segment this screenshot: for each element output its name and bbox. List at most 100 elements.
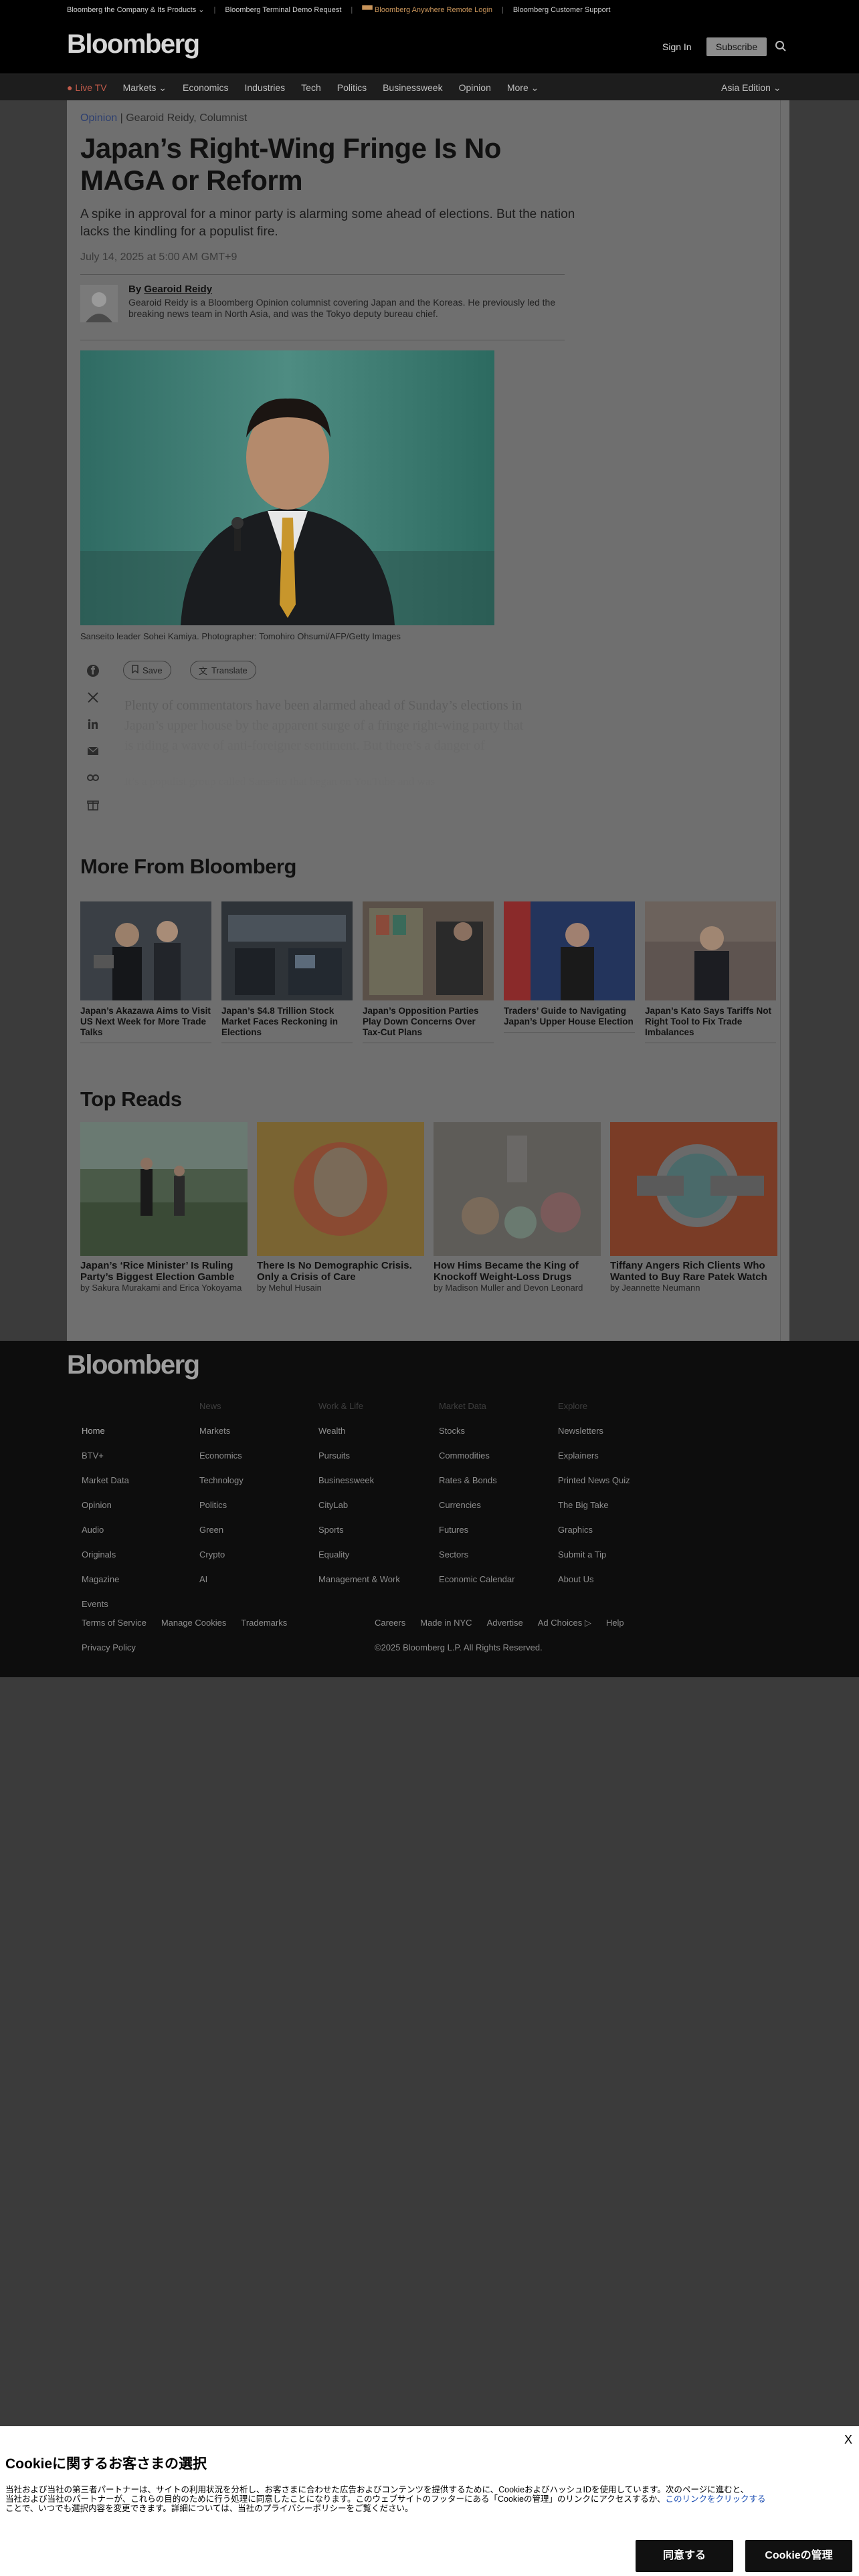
link-icon[interactable] <box>86 770 100 785</box>
footer-link[interactable]: Politics <box>199 1500 313 1525</box>
publish-date: July 14, 2025 at 5:00 AM GMT+9 <box>80 251 237 263</box>
facebook-icon[interactable] <box>86 663 100 678</box>
footer-link[interactable]: Pursuits <box>318 1451 432 1475</box>
footer-link[interactable]: Stocks <box>439 1426 553 1451</box>
top-read-card[interactable]: Japan’s ‘Rice Minister’ Is Ruling Party’… <box>80 1122 248 1293</box>
footer-link[interactable]: Home <box>82 1426 195 1451</box>
footer-column: Home BTV+ Market Data Opinion Audio Orig… <box>82 1401 195 1624</box>
customer-support-link[interactable]: Bloomberg Customer Support <box>513 6 611 14</box>
nav-more[interactable]: More ⌄ <box>507 82 539 94</box>
footer-link[interactable]: BTV+ <box>82 1451 195 1475</box>
nav-businessweek[interactable]: Businessweek <box>383 82 443 94</box>
footer-link[interactable]: Businessweek <box>318 1475 432 1500</box>
email-icon[interactable] <box>86 744 100 758</box>
footer-link[interactable]: Green <box>199 1525 313 1549</box>
author-bio: Gearoid Reidy is a Bloomberg Opinion col… <box>128 297 556 319</box>
nav-markets[interactable]: Markets ⌄ <box>123 82 167 94</box>
section-link[interactable]: Opinion <box>80 112 117 124</box>
footer-link[interactable]: Currencies <box>439 1500 553 1525</box>
nav-politics[interactable]: Politics <box>337 82 367 94</box>
privacy-policy-link[interactable]: Privacy Policy <box>82 1642 136 1652</box>
story-card[interactable]: Japan’s $4.8 Trillion Stock Market Faces… <box>221 901 353 1043</box>
footer-link[interactable]: Commodities <box>439 1451 553 1475</box>
footer-link[interactable]: Newsletters <box>558 1426 672 1451</box>
edition-selector[interactable]: Asia Edition ⌄ <box>721 82 781 94</box>
top-read-thumbnail <box>80 1122 248 1256</box>
manage-cookies-button[interactable]: Cookieの管理 <box>745 2540 852 2572</box>
footer-link[interactable]: Originals <box>82 1549 195 1574</box>
nav-tech[interactable]: Tech <box>301 82 321 94</box>
company-products-link[interactable]: Bloomberg the Company & Its Products ⌄ <box>67 5 205 14</box>
save-button[interactable]: Save <box>123 661 171 679</box>
help-link[interactable]: Help <box>606 1618 624 1628</box>
footer-link[interactable]: Opinion <box>82 1500 195 1525</box>
footer-link[interactable]: About Us <box>558 1574 672 1599</box>
top-read-thumbnail <box>610 1122 777 1256</box>
footer-link[interactable]: Submit a Tip <box>558 1549 672 1574</box>
story-thumbnail <box>504 901 635 1000</box>
footer-legal-links: Terms of Service Manage Cookies Trademar… <box>82 1618 287 1628</box>
sign-in-link[interactable]: Sign In <box>662 41 692 52</box>
bloomberg-logo[interactable]: Bloomberg <box>67 29 200 60</box>
subscribe-button[interactable]: Subscribe <box>706 37 767 56</box>
footer-link[interactable]: Sectors <box>439 1549 553 1574</box>
footer-link[interactable]: AI <box>199 1574 313 1599</box>
story-card[interactable]: Japan’s Akazawa Aims to Visit US Next We… <box>80 901 211 1043</box>
story-title: Japan’s Kato Says Tariffs Not Right Tool… <box>645 1006 772 1037</box>
terms-link[interactable]: Terms of Service <box>82 1618 147 1628</box>
footer-link[interactable]: Market Data <box>82 1475 195 1500</box>
careers-link[interactable]: Careers <box>375 1618 405 1628</box>
manage-cookies-link[interactable]: Manage Cookies <box>161 1618 227 1628</box>
kicker-author[interactable]: Gearoid Reidy, Columnist <box>126 112 247 124</box>
x-icon[interactable] <box>86 690 100 705</box>
linkedin-icon[interactable] <box>86 717 100 732</box>
footer-link[interactable]: Audio <box>82 1525 195 1549</box>
footer-link[interactable]: Markets <box>199 1426 313 1451</box>
trademarks-link[interactable]: Trademarks <box>241 1618 287 1628</box>
footer-link[interactable]: Sports <box>318 1525 432 1549</box>
footer-link[interactable]: Rates & Bonds <box>439 1475 553 1500</box>
footer-link[interactable]: Equality <box>318 1549 432 1574</box>
footer-link[interactable]: The Big Take <box>558 1500 672 1525</box>
footer-link[interactable]: Crypto <box>199 1549 313 1574</box>
top-read-card[interactable]: Tiffany Angers Rich Clients Who Wanted t… <box>610 1122 777 1293</box>
nav-economics[interactable]: Economics <box>183 82 228 94</box>
ad-choices-link[interactable]: Ad Choices ▷ <box>538 1618 591 1628</box>
footer-link[interactable]: Explainers <box>558 1451 672 1475</box>
search-icon[interactable] <box>775 40 787 52</box>
footer-link[interactable]: Wealth <box>318 1426 432 1451</box>
close-icon[interactable]: X <box>844 2433 852 2447</box>
story-card[interactable]: Japan’s Kato Says Tariffs Not Right Tool… <box>645 901 776 1043</box>
story-card[interactable]: Japan’s Opposition Parties Play Down Con… <box>363 901 494 1043</box>
nav-industries[interactable]: Industries <box>244 82 285 94</box>
nav-opinion[interactable]: Opinion <box>459 82 491 94</box>
author-name-link[interactable]: Gearoid Reidy <box>144 284 212 295</box>
author-avatar[interactable] <box>80 285 118 322</box>
gift-icon[interactable] <box>86 797 100 812</box>
footer-link[interactable]: Technology <box>199 1475 313 1500</box>
made-in-nyc-link[interactable]: Made in NYC <box>420 1618 472 1628</box>
top-read-card[interactable]: There Is No Demographic Crisis. Only a C… <box>257 1122 424 1293</box>
footer-link[interactable]: Management & Work <box>318 1574 432 1599</box>
footer-link[interactable]: Magazine <box>82 1574 195 1599</box>
advertise-link[interactable]: Advertise <box>487 1618 523 1628</box>
anywhere-login-label: Bloomberg Anywhere Remote Login <box>374 5 493 14</box>
top-read-card[interactable]: How Hims Became the King of Knockoff Wei… <box>434 1122 601 1293</box>
footer-link[interactable]: Graphics <box>558 1525 672 1549</box>
site-footer: Bloomberg Home BTV+ Market Data Opinion … <box>0 1341 859 1677</box>
footer-link[interactable]: Economic Calendar <box>439 1574 553 1599</box>
story-card[interactable]: Traders’ Guide to Navigating Japan’s Upp… <box>504 901 635 1033</box>
accept-cookies-button[interactable]: 同意する <box>636 2540 733 2572</box>
footer-logo[interactable]: Bloomberg <box>67 1350 200 1380</box>
footer-link[interactable]: Printed News Quiz <box>558 1475 672 1500</box>
footer-link[interactable]: Futures <box>439 1525 553 1549</box>
live-tv-link[interactable]: ● Live TV <box>67 82 107 94</box>
anywhere-login-link[interactable]: ▀▀ Bloomberg Anywhere Remote Login <box>362 6 492 14</box>
cookie-settings-link[interactable]: このリンクをクリックする <box>666 2494 766 2504</box>
footer-company-links: Careers Made in NYC Advertise Ad Choices… <box>375 1618 624 1628</box>
footer-link[interactable]: CityLab <box>318 1500 432 1525</box>
translate-button[interactable]: 文 Translate <box>190 661 256 679</box>
terminal-demo-link[interactable]: Bloomberg Terminal Demo Request <box>225 6 341 14</box>
top-read-byline: by Sakura Murakami and Erica Yokoyama <box>80 1283 242 1293</box>
footer-link[interactable]: Economics <box>199 1451 313 1475</box>
